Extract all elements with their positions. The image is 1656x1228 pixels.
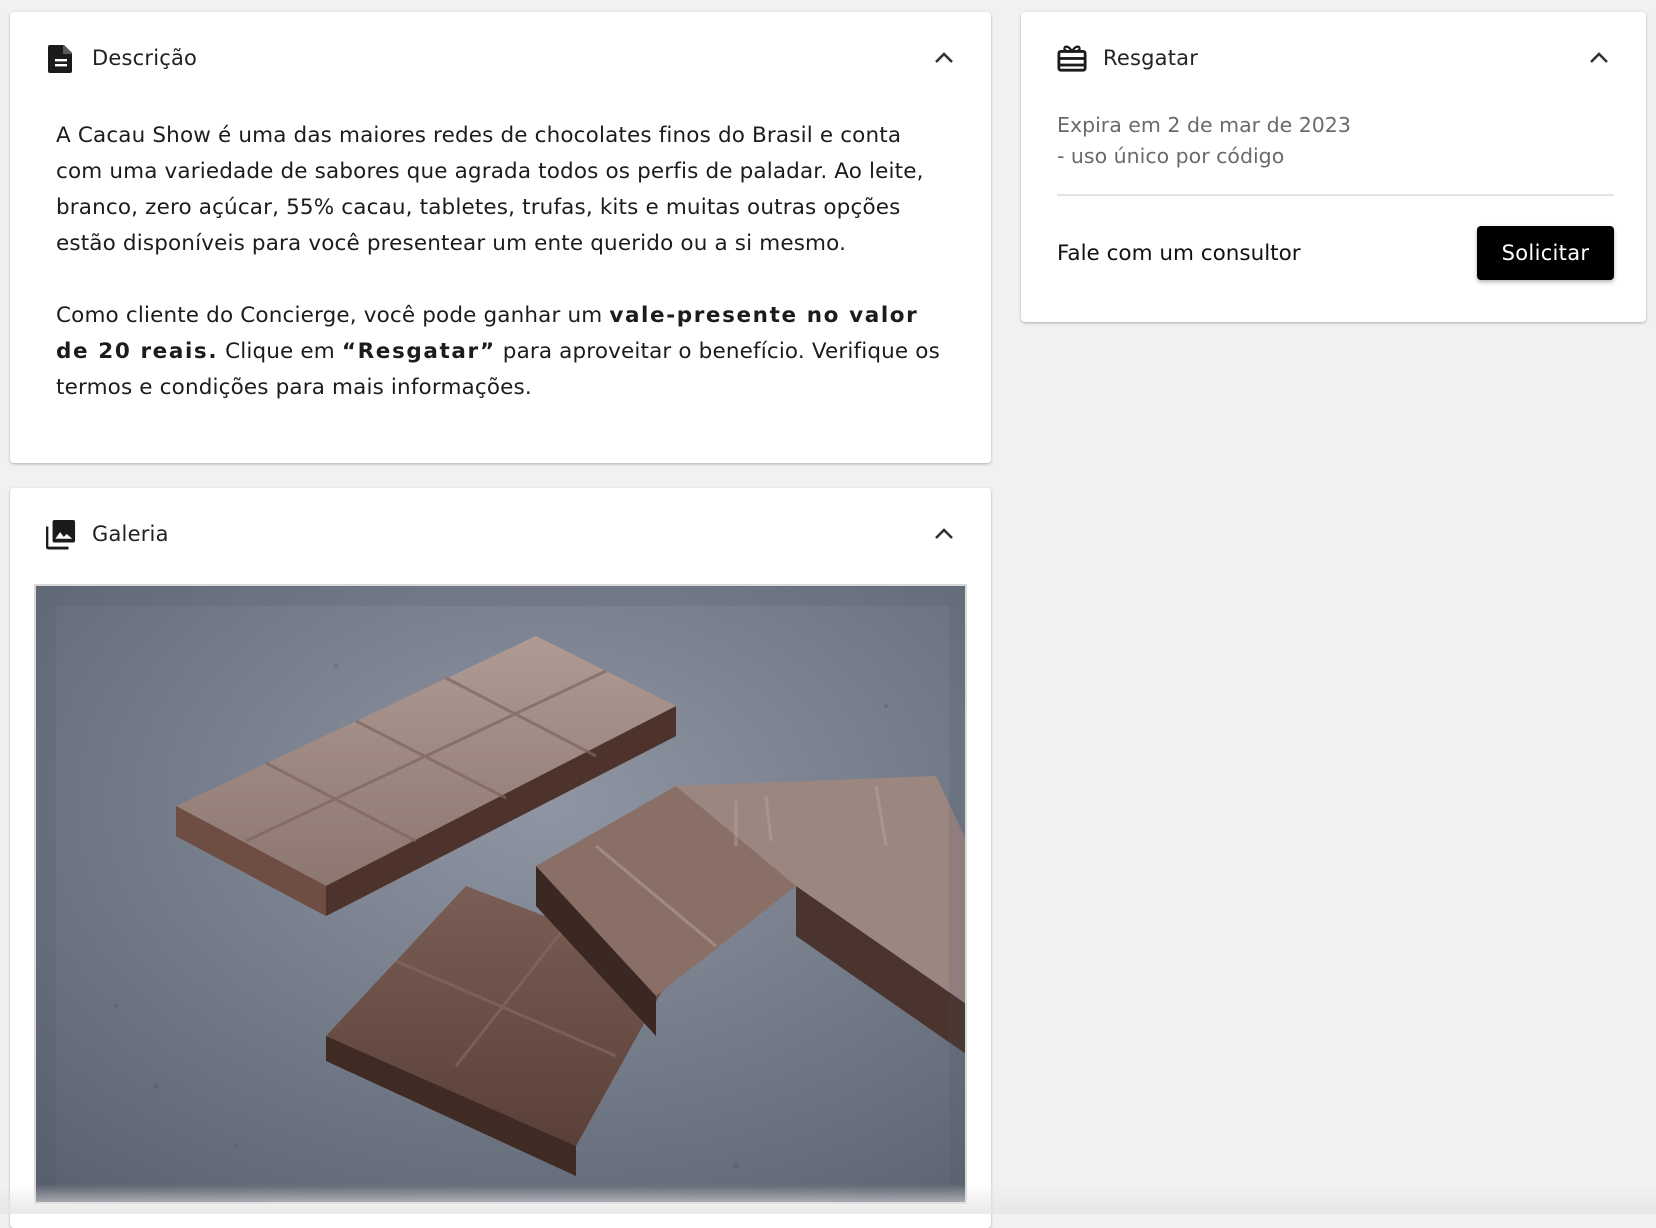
request-button[interactable]: Solicitar	[1477, 226, 1614, 280]
redeem-expiry-info: Expira em 2 de mar de 2023 - uso único p…	[1057, 110, 1614, 196]
gallery-card: Galeria	[10, 488, 991, 1228]
description-title: Descrição	[92, 46, 929, 70]
consultant-row: Fale com um consultor Solicitar	[1057, 226, 1614, 280]
chevron-up-icon[interactable]	[929, 43, 959, 73]
redeem-highlight: “Resgatar”	[342, 339, 496, 364]
chevron-up-icon[interactable]	[1584, 43, 1614, 73]
gallery-header[interactable]: Galeria	[46, 516, 959, 552]
description-body: A Cacau Show é uma das maiores redes de …	[46, 118, 959, 406]
description-text-segment: Como cliente do Concierge, você pode gan…	[56, 303, 609, 328]
gallery-title: Galeria	[92, 522, 929, 546]
consultant-label: Fale com um consultor	[1057, 241, 1301, 266]
redeem-title: Resgatar	[1103, 46, 1584, 70]
description-header[interactable]: Descrição	[46, 40, 959, 76]
usage-note: - uso único por código	[1057, 141, 1614, 172]
expiry-date: Expira em 2 de mar de 2023	[1057, 110, 1614, 141]
document-icon	[46, 43, 76, 73]
photo-library-icon	[46, 519, 76, 549]
description-paragraph-2: Como cliente do Concierge, você pode gan…	[56, 298, 951, 406]
redeem-header[interactable]: Resgatar	[1057, 40, 1614, 76]
gallery-image[interactable]	[34, 584, 967, 1204]
redeem-card: Resgatar Expira em 2 de mar de 2023 - us…	[1021, 12, 1646, 322]
gift-card-icon	[1057, 43, 1087, 73]
description-card: Descrição A Cacau Show é uma das maiores…	[10, 12, 991, 463]
description-text-segment: Clique em	[218, 339, 342, 364]
description-paragraph-1: A Cacau Show é uma das maiores redes de …	[56, 118, 951, 262]
chevron-up-icon[interactable]	[929, 519, 959, 549]
